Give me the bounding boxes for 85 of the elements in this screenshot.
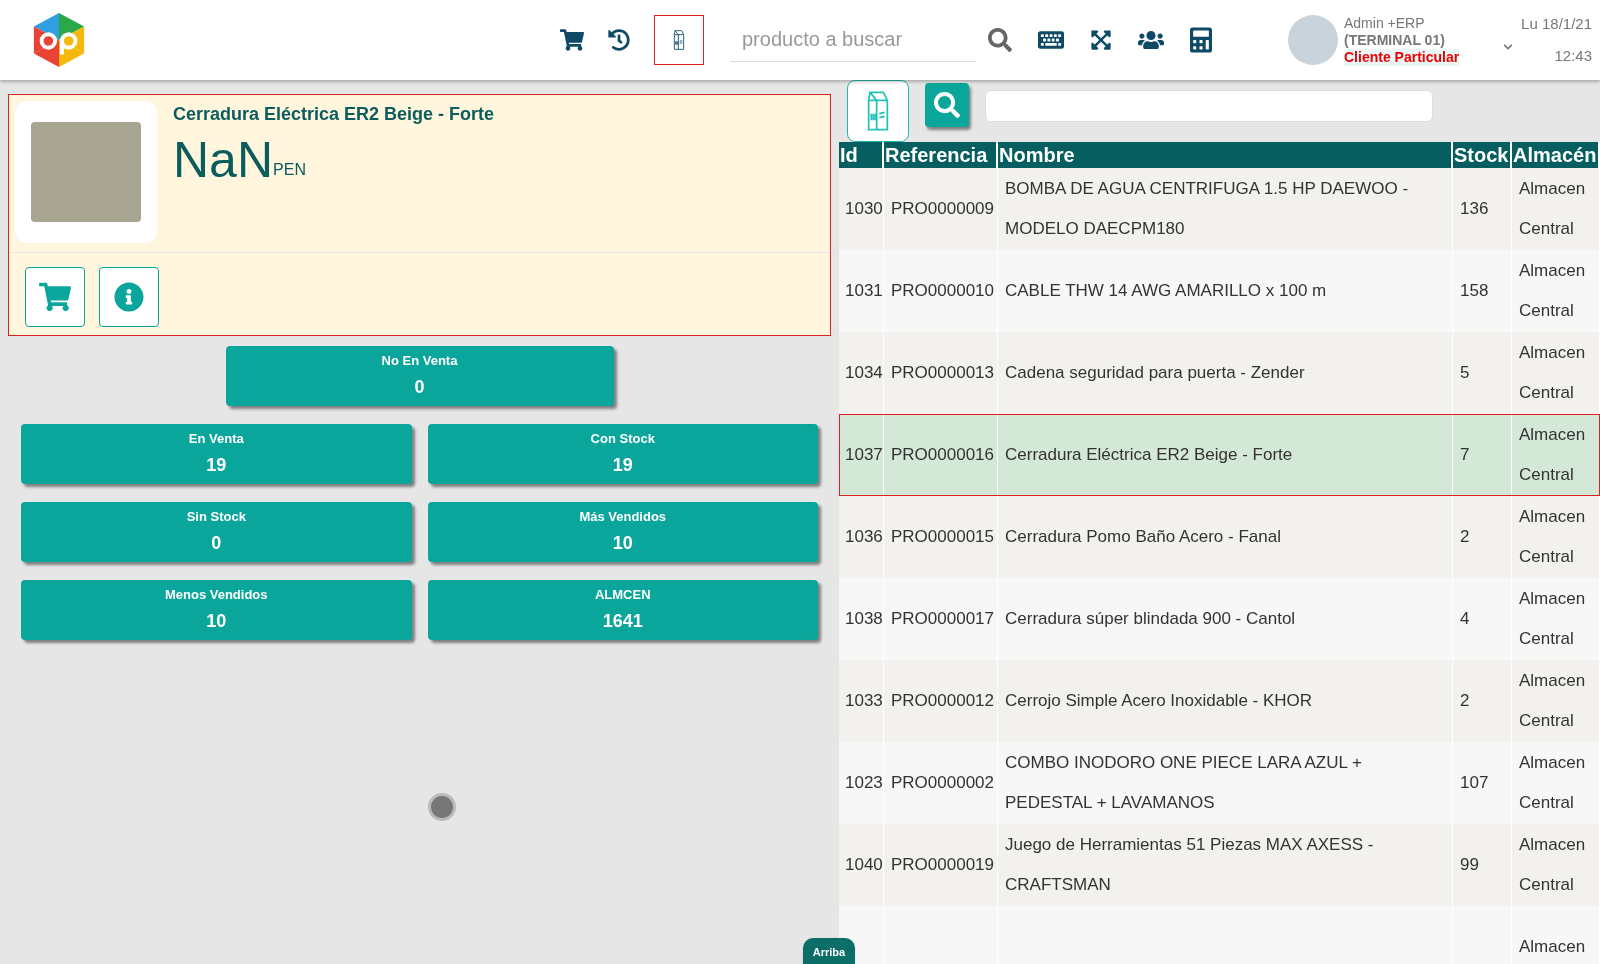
user-name: Admin +ERP [1344, 14, 1426, 32]
name-cell-text: Cerradura Pomo Baño Acero - Fanal [1005, 526, 1281, 548]
currency-label: PEN [273, 160, 306, 180]
id-cell-text: 1031 [845, 280, 883, 302]
id-cell-text: 1034 [845, 362, 883, 384]
reference-cell-text: PRO0000019 [891, 854, 995, 876]
warehouse-cell-text: Almacen Central [1519, 260, 1587, 322]
warehouse-cell-text: Almacen Central [1519, 178, 1587, 240]
terminal-label: (TERMINAL 01) [1344, 31, 1446, 49]
name-cell-text: COMBO INODORO ONE PIECE LARA AZUL + PEDESTAL + LAVAMANOS [1005, 752, 1363, 814]
history-icon[interactable] [608, 29, 630, 51]
id-cell-text: 1030 [845, 198, 883, 220]
reference-cell-text: PRO0000009 [891, 198, 995, 220]
info-button[interactable] [99, 267, 159, 327]
stock-cell-text: 99 [1460, 854, 1479, 876]
cart-icon[interactable] [560, 29, 584, 51]
reference-cell-text: PRO0000016 [891, 444, 995, 466]
reference-cell-text: PRO0000017 [891, 608, 995, 630]
reference-cell-text: PRO0000013 [891, 362, 995, 384]
table-row[interactable]: 1036 PRO0000015 Cerradura Pomo Baño Acero - Fanal 2 Almacen Central [839, 496, 1600, 578]
users-icon[interactable] [1138, 28, 1164, 52]
stock-cell-text: 5 [1460, 362, 1470, 384]
name-cell-text: Juego de Herramientas 51 Piezas MAX AXESS - CRAFTSMAN [1005, 834, 1375, 896]
filter-field[interactable] [985, 90, 1433, 122]
calculator-icon[interactable] [1190, 27, 1212, 53]
table-row[interactable]: 1030 PRO0000009 BOMBA DE AGUA CENTRIFUGA 1.5 HP DAEWOO - MODELO DAECPM180 136 Almacen Central [839, 168, 1600, 250]
stock-cell-text: 7 [1460, 444, 1470, 466]
name-cell-text: CABLE THW 14 AWG AMARILLO x 100 m [1005, 280, 1327, 302]
carton-icon [671, 29, 687, 51]
client-label: Cliente Particular [1344, 48, 1460, 66]
warehouse-cell-text: Almacen Central [1519, 588, 1587, 650]
warehouse-cell-text: Almacen Central [1519, 670, 1587, 732]
reference-cell-text: PRO0000010 [891, 280, 995, 302]
search-field[interactable]: producto a buscar [730, 18, 976, 62]
chevron-down-icon[interactable] [1503, 42, 1514, 52]
date-label: Lu 18/1/21 [1521, 13, 1592, 34]
reference-cell-text: PRO0000015 [891, 526, 995, 548]
table-row[interactable]: 1031 PRO0000010 CABLE THW 14 AWG AMARILLO x 100 m 158 Almacen Central [839, 250, 1600, 332]
avatar [1288, 15, 1338, 65]
stock-cell-text: 158 [1460, 280, 1489, 302]
table-row[interactable]: 1033 PRO0000012 Cerrojo Simple Acero Inoxidable - KHOR 2 Almacen Central [839, 660, 1600, 742]
warehouse-cell-text: Almacen Central [1519, 834, 1587, 896]
name-cell-text: Cerradura súper blindada 900 - Cantol [1005, 608, 1296, 630]
stock-cell-text: 2 [1460, 526, 1470, 548]
name-cell-text: BOMBA DE AGUA CENTRIFUGA 1.5 HP DAEWOO - MODELO DAECPM180 [1005, 178, 1410, 240]
reference-cell-text: PRO0000012 [891, 690, 995, 712]
keyboard-icon[interactable] [1038, 28, 1064, 52]
add-to-cart-button[interactable] [25, 267, 85, 327]
table-row[interactable]: 1038 PRO0000017 Cerradura súper blindada 900 - Cantol 4 Almacen Central [839, 578, 1600, 660]
search-icon[interactable] [988, 28, 1012, 52]
table-row[interactable]: 1023 PRO0000002 COMBO INODORO ONE PIECE LARA AZUL + PEDESTAL + LAVAMANOS 107 Almacen Central [839, 742, 1600, 824]
stock-cell-text: 107 [1460, 772, 1489, 794]
name-cell-text: Cerradura Eléctrica ER2 Beige - Forte [1005, 444, 1293, 466]
table-row[interactable]: 1040 PRO0000019 Juego de Herramientas 51 Piezas MAX AXESS - CRAFTSMAN 99 Almacen Central [839, 824, 1600, 906]
loading-spinner [428, 793, 456, 821]
search-icon [934, 92, 960, 118]
warehouse-cell-text: Almacen Central [1519, 752, 1587, 814]
time-label: 12:43 [1554, 46, 1592, 66]
id-cell-text: 1040 [845, 854, 883, 876]
table-row[interactable]: 1037 PRO0000016 Cerradura Eléctrica ER2 Beige - Forte 7 Almacen Central [839, 414, 1600, 496]
table-row[interactable]: 1034 PRO0000013 Cadena seguridad para puerta - Zender 5 Almacen Central [839, 332, 1600, 414]
warehouse-cell-text: Almacen Central [1519, 424, 1587, 486]
stock-cell-text: 2 [1460, 690, 1470, 712]
product-mode-button[interactable] [847, 80, 909, 142]
fullscreen-icon[interactable] [1090, 29, 1112, 51]
search-button[interactable] [925, 83, 969, 127]
stock-cell-text: 136 [1460, 198, 1489, 220]
id-cell-text: 1023 [845, 772, 883, 794]
cart-icon [39, 282, 71, 312]
stock-cell-text: 4 [1460, 608, 1470, 630]
name-cell-text: Cerrojo Simple Acero Inoxidable - KHOR [1005, 690, 1313, 712]
id-cell-text: 1033 [845, 690, 883, 712]
product-mode-button[interactable] [654, 15, 704, 65]
id-cell-text: 1036 [845, 526, 883, 548]
id-cell-text: 1038 [845, 608, 883, 630]
name-cell-text: Cadena seguridad para puerta - Zender [1005, 362, 1305, 384]
product-name: Cerradura Eléctrica ER2 Beige - Forte [173, 103, 495, 126]
scroll-top-button[interactable]: Arriba [803, 938, 855, 964]
product-price: NaN [173, 134, 274, 186]
warehouse-cell-text: Almacen Central [1519, 506, 1587, 568]
info-icon [114, 282, 144, 312]
warehouse-cell-text: Almacen [1519, 936, 1586, 958]
reference-cell-text: PRO0000002 [891, 772, 995, 794]
warehouse-cell-text: Almacen Central [1519, 342, 1587, 404]
id-cell-text: 1037 [845, 444, 883, 466]
